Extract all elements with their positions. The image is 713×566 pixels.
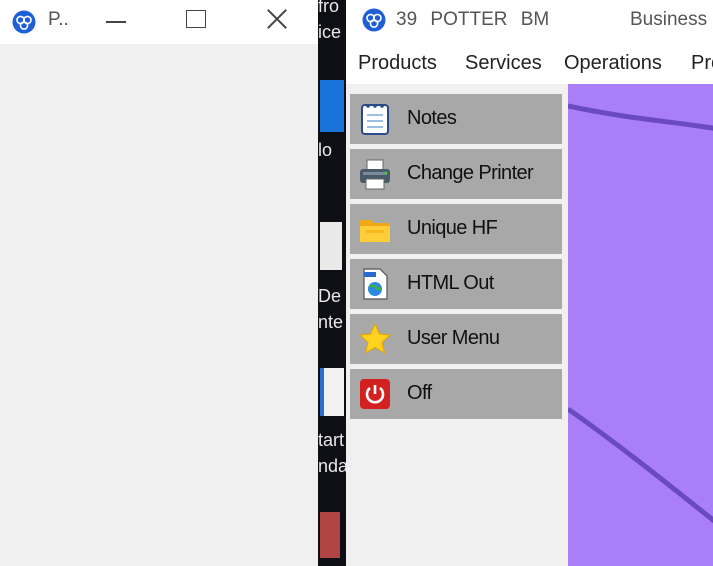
desktop-icon-label: nte (318, 312, 344, 332)
change-printer-label: Change Printer (407, 162, 534, 184)
desktop-icon-label: tart (318, 430, 345, 450)
html-out-button[interactable]: HTML Out (350, 259, 562, 309)
notes-button[interactable]: Notes (350, 94, 562, 144)
notes-label: Notes (407, 107, 457, 129)
close-icon[interactable] (264, 6, 290, 32)
desktop-background: fro ice lo De nte tart nda (318, 0, 346, 566)
html-file-icon (363, 268, 388, 300)
unique-hf-button[interactable]: Unique HF (350, 204, 562, 254)
off-button[interactable]: Off (350, 369, 562, 419)
pdf-icon[interactable] (320, 512, 340, 558)
wallpaper-curves (568, 103, 713, 524)
menu-operations[interactable]: Operations (564, 52, 662, 75)
right-window-title: 39 POTTER BM (396, 9, 550, 30)
menu-services[interactable]: Services (465, 52, 542, 75)
background-canvas (568, 84, 713, 566)
star-icon (358, 322, 392, 355)
menu-products[interactable]: Products (358, 52, 437, 75)
desktop-icon-label: lo (318, 140, 333, 160)
desktop-icon-label: De (318, 286, 342, 306)
left-titlebar[interactable]: P.. (0, 0, 318, 44)
folder-icon (360, 220, 390, 242)
change-printer-button[interactable]: Change Printer (350, 149, 562, 199)
app-logo-icon (362, 8, 386, 32)
html-out-label: HTML Out (407, 272, 494, 294)
printer-icon (360, 159, 390, 190)
side-button-panel: Notes Change Printer Unique HF HTML Out … (346, 84, 568, 566)
maximize-icon[interactable] (186, 10, 206, 28)
user-menu-button[interactable]: User Menu (350, 314, 562, 364)
right-window: 39 POTTER BM Business Products Services … (346, 0, 713, 566)
desktop-icon-label: nda (318, 456, 346, 476)
menu-bar: Products Services Operations Pro (346, 42, 713, 84)
desktop-icon-label: ice (318, 22, 342, 42)
word-document-icon[interactable] (320, 368, 344, 416)
document-icon[interactable] (320, 222, 342, 270)
unique-hf-label: Unique HF (407, 217, 498, 239)
user-menu-label: User Menu (407, 327, 500, 349)
notepad-icon (361, 104, 389, 135)
minimize-icon[interactable] (104, 8, 130, 34)
desktop-app-icon[interactable] (320, 80, 344, 132)
app-logo-icon (12, 10, 36, 34)
menu-pro[interactable]: Pro (691, 52, 713, 75)
left-window-title: P.. (48, 9, 69, 30)
desktop-icon-label: fro (318, 0, 340, 16)
off-label: Off (407, 382, 432, 404)
left-window: P.. (0, 0, 318, 566)
right-titlebar[interactable]: 39 POTTER BM Business (346, 0, 713, 42)
right-window-title-business: Business (630, 9, 708, 30)
power-icon (360, 379, 390, 409)
